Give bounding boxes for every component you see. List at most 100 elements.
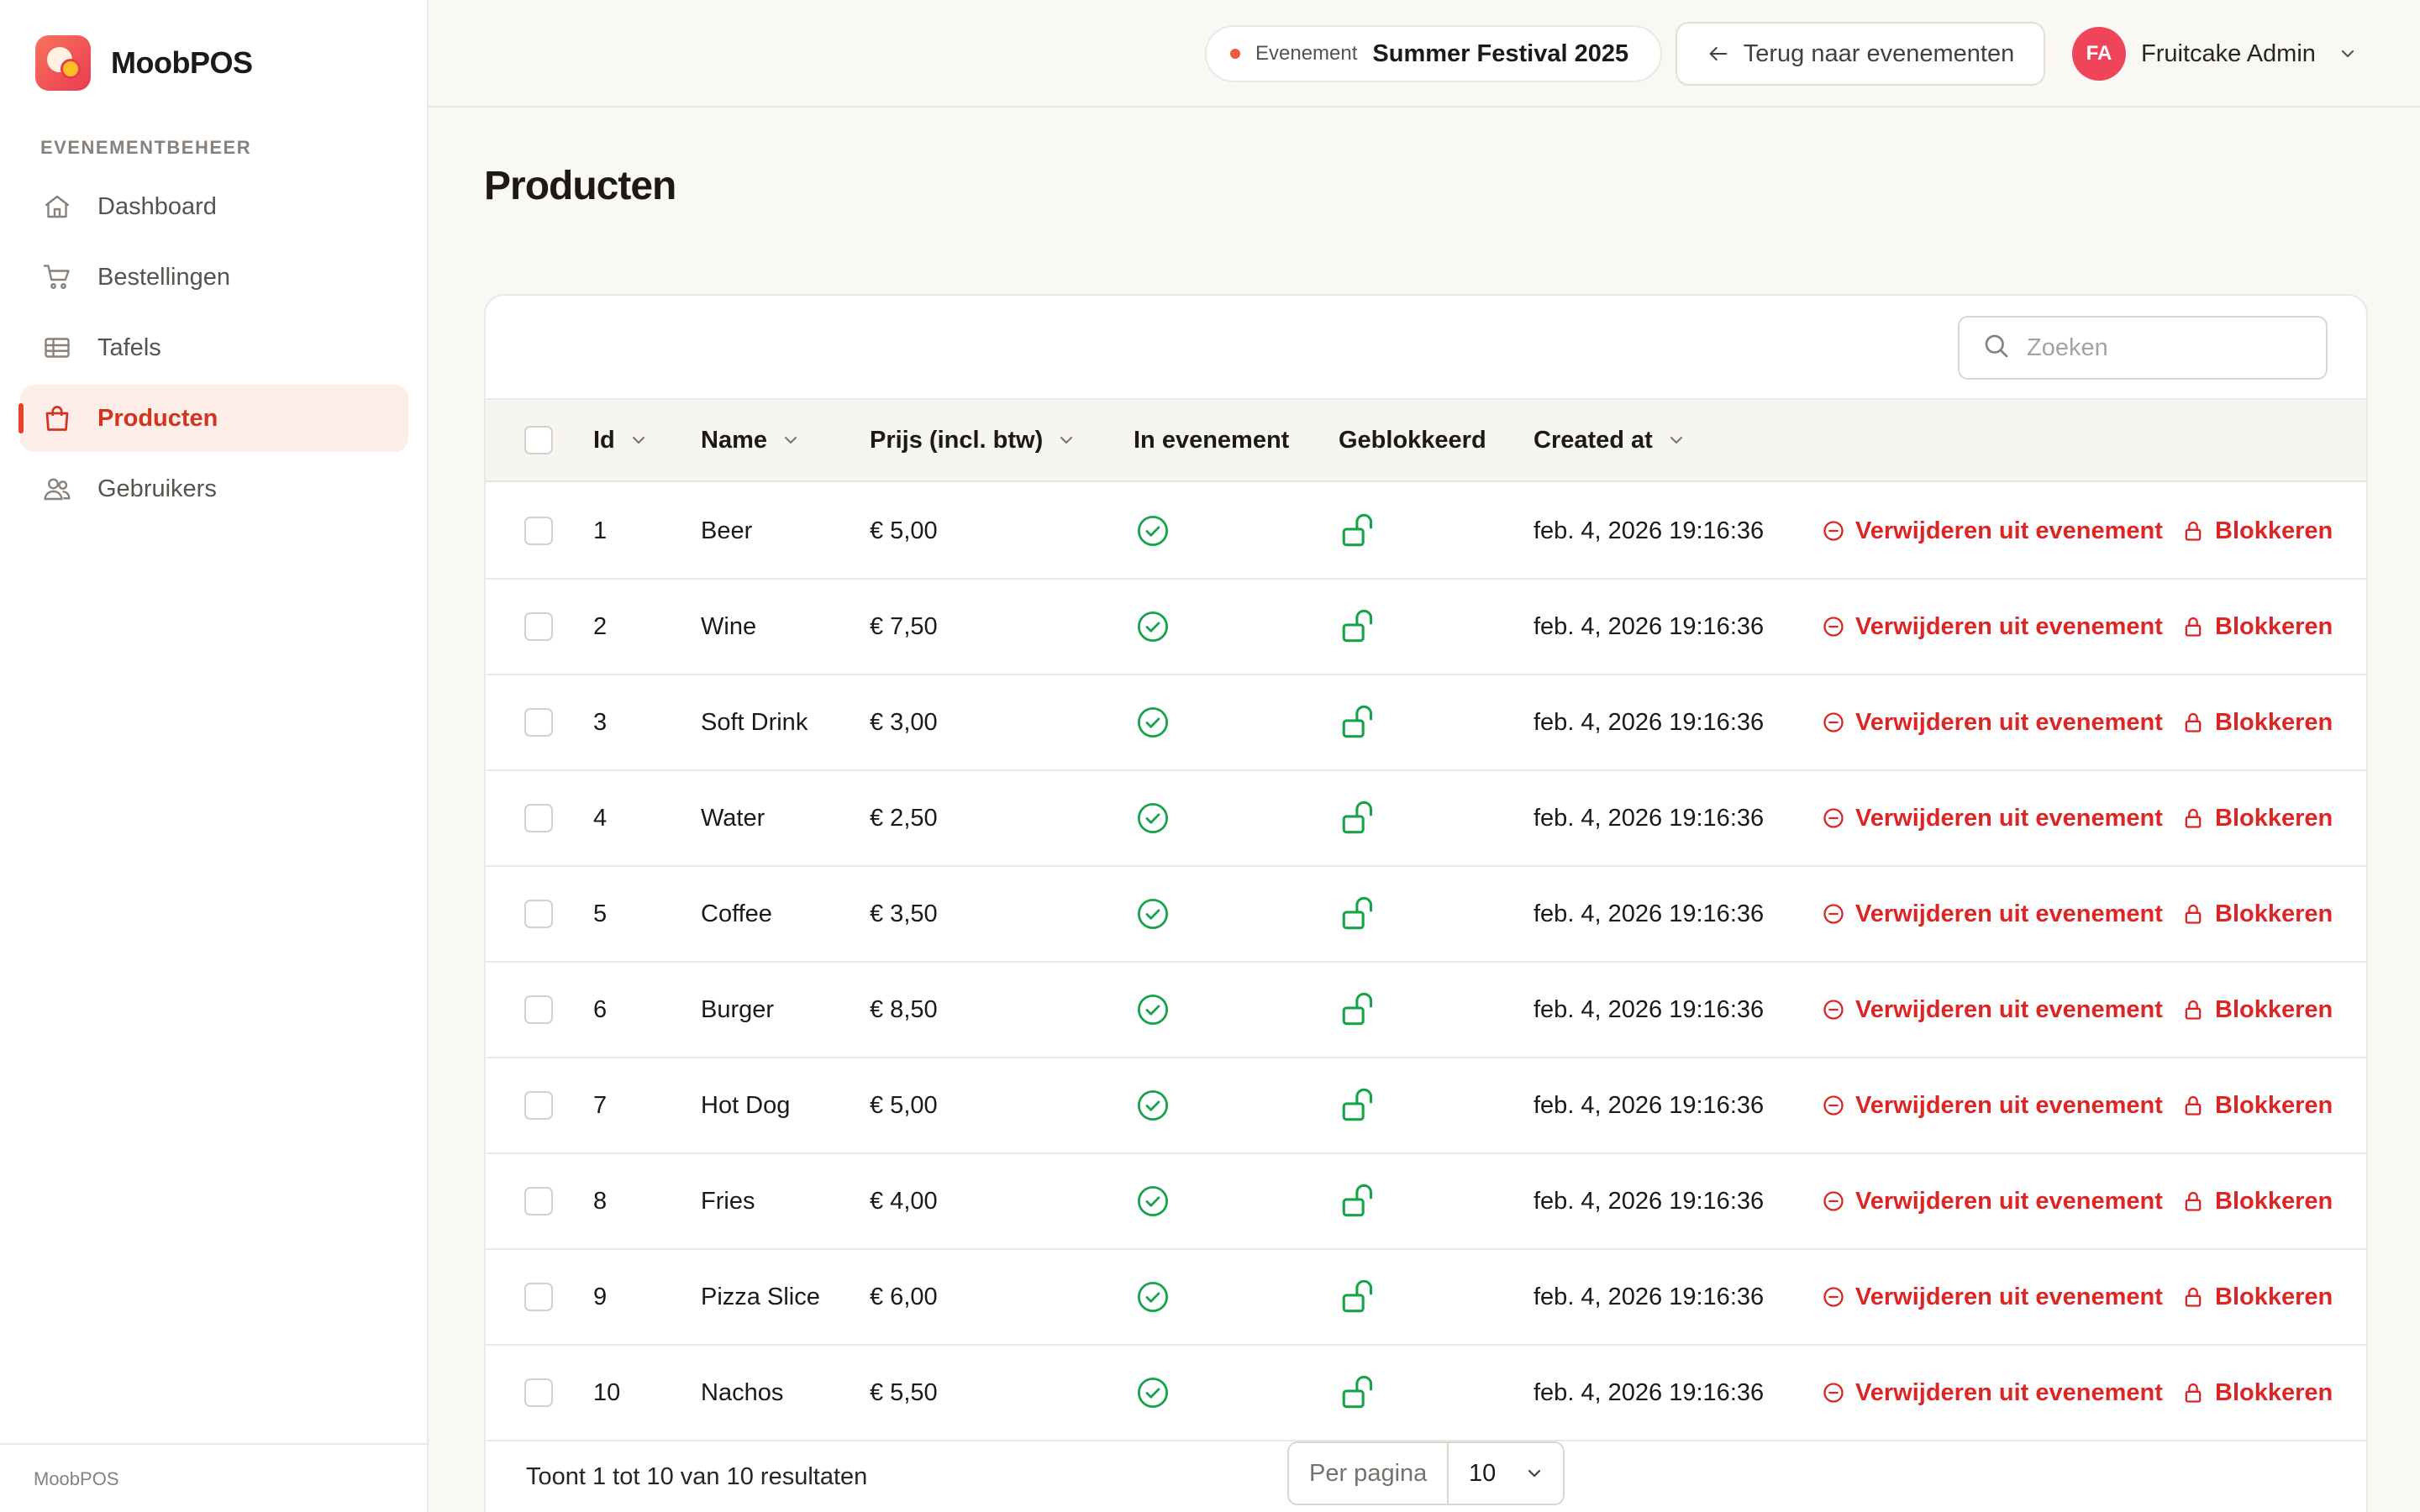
cell-id: 10: [593, 1378, 621, 1406]
user-menu[interactable]: FA Fruitcake Admin: [2072, 27, 2358, 81]
chevron-down-icon: [629, 430, 649, 450]
shopping-bag-icon: [40, 402, 74, 435]
row-checkbox[interactable]: [524, 804, 553, 832]
row-checkbox[interactable]: [524, 995, 553, 1024]
row-checkbox[interactable]: [524, 1378, 553, 1407]
check-circle-icon: [1135, 1346, 1171, 1440]
block-button[interactable]: Blokkeren: [2181, 771, 2333, 865]
lock-icon: [2185, 521, 2202, 541]
per-page-selected: 10: [1469, 1459, 1497, 1487]
remove-label: Verwijderen uit evenement: [1855, 1187, 2163, 1215]
sidebar-item-bestellingen[interactable]: Bestellingen: [20, 244, 408, 311]
column-header-price[interactable]: Prijs (incl. btw): [870, 400, 1076, 480]
avatar: FA: [2072, 27, 2126, 81]
remove-from-event-button[interactable]: Verwijderen uit evenement: [1822, 771, 2163, 865]
remove-label: Verwijderen uit evenement: [1855, 995, 2163, 1023]
lock-open-icon: [1339, 484, 1381, 578]
block-label: Blokkeren: [2215, 1091, 2333, 1119]
sidebar-item-dashboard[interactable]: Dashboard: [20, 173, 408, 240]
select-all-checkbox[interactable]: [524, 426, 553, 454]
minus-circle-icon: [1823, 617, 1844, 637]
column-header-in-event: In evenement: [1134, 400, 1289, 480]
table-header: Id Name Prijs (incl. btw) In evenement G…: [486, 398, 2366, 482]
remove-label: Verwijderen uit evenement: [1855, 1378, 2163, 1406]
row-checkbox[interactable]: [524, 612, 553, 641]
column-label: Name: [701, 426, 767, 454]
remove-label: Verwijderen uit evenement: [1855, 1283, 2163, 1310]
block-button[interactable]: Blokkeren: [2181, 963, 2333, 1057]
sidebar-item-producten[interactable]: Producten: [18, 385, 408, 452]
cell-created: feb. 4, 2026 19:16:36: [1534, 1378, 1765, 1406]
lock-icon: [2185, 904, 2202, 924]
remove-from-event-button[interactable]: Verwijderen uit evenement: [1822, 1250, 2163, 1344]
row-checkbox[interactable]: [524, 708, 553, 737]
block-button[interactable]: Blokkeren: [2181, 1154, 2333, 1248]
block-button[interactable]: Blokkeren: [2181, 484, 2333, 578]
back-button-label: Terug naar evenementen: [1743, 39, 2015, 67]
table-row: 7 Hot Dog € 5,00 feb. 4, 2026 19:16:36 V…: [486, 1058, 2366, 1154]
remove-from-event-button[interactable]: Verwijderen uit evenement: [1822, 1346, 2163, 1440]
column-header-name[interactable]: Name: [701, 400, 801, 480]
search-input[interactable]: Zoeken: [1958, 316, 2328, 380]
sidebar-item-tafels[interactable]: Tafels: [20, 314, 408, 381]
remove-from-event-button[interactable]: Verwijderen uit evenement: [1822, 580, 2163, 674]
row-checkbox[interactable]: [524, 1091, 553, 1120]
row-checkbox[interactable]: [524, 517, 553, 545]
cell-created: feb. 4, 2026 19:16:36: [1534, 517, 1765, 544]
block-button[interactable]: Blokkeren: [2181, 1058, 2333, 1152]
column-label: Geblokkeerd: [1339, 426, 1486, 454]
block-button[interactable]: Blokkeren: [2181, 675, 2333, 769]
row-checkbox[interactable]: [524, 900, 553, 928]
brand[interactable]: MoobPOS: [35, 35, 253, 91]
minus-circle-icon: [1823, 808, 1844, 828]
chevron-down-icon: [1524, 1463, 1544, 1483]
block-label: Blokkeren: [2215, 708, 2333, 736]
row-checkbox[interactable]: [524, 1187, 553, 1215]
remove-from-event-button[interactable]: Verwijderen uit evenement: [1822, 1058, 2163, 1152]
cell-id: 6: [593, 995, 608, 1023]
remove-from-event-button[interactable]: Verwijderen uit evenement: [1822, 675, 2163, 769]
cell-id: 2: [593, 612, 608, 640]
block-label: Blokkeren: [2215, 517, 2333, 544]
cell-name: Pizza Slice: [701, 1283, 820, 1310]
lock-open-icon: [1339, 580, 1381, 674]
remove-label: Verwijderen uit evenement: [1855, 612, 2163, 640]
per-page-value[interactable]: 10: [1449, 1460, 1563, 1488]
per-page-select[interactable]: Per pagina 10: [1287, 1441, 1565, 1505]
cell-created: feb. 4, 2026 19:16:36: [1534, 804, 1765, 832]
block-button[interactable]: Blokkeren: [2181, 1250, 2333, 1344]
event-label: Evenement: [1255, 42, 1358, 65]
table-row: 2 Wine € 7,50 feb. 4, 2026 19:16:36 Verw…: [486, 580, 2366, 675]
block-label: Blokkeren: [2215, 1187, 2333, 1215]
lock-icon: [2185, 1287, 2202, 1307]
sidebar-section-title: EVENEMENTBEHEER: [40, 137, 252, 158]
minus-circle-icon: [1823, 904, 1844, 924]
sidebar-item-gebruikers[interactable]: Gebruikers: [20, 455, 408, 522]
block-label: Blokkeren: [2215, 995, 2333, 1023]
lock-icon: [2185, 1095, 2202, 1116]
block-button[interactable]: Blokkeren: [2181, 580, 2333, 674]
block-button[interactable]: Blokkeren: [2181, 867, 2333, 961]
cell-id: 5: [593, 900, 608, 927]
cell-name: Soft Drink: [701, 708, 808, 736]
cell-created: feb. 4, 2026 19:16:36: [1534, 900, 1765, 927]
cell-id: 7: [593, 1091, 608, 1119]
check-circle-icon: [1135, 867, 1171, 961]
back-to-events-button[interactable]: Terug naar evenementen: [1676, 22, 2045, 86]
remove-from-event-button[interactable]: Verwijderen uit evenement: [1822, 867, 2163, 961]
block-button[interactable]: Blokkeren: [2181, 1346, 2333, 1440]
block-label: Blokkeren: [2215, 1378, 2333, 1406]
column-label: Id: [593, 426, 615, 454]
cell-price: € 4,00: [870, 1187, 938, 1215]
column-header-id[interactable]: Id: [593, 400, 649, 480]
block-label: Blokkeren: [2215, 900, 2333, 927]
cell-name: Fries: [701, 1187, 755, 1215]
row-checkbox[interactable]: [524, 1283, 553, 1311]
remove-from-event-button[interactable]: Verwijderen uit evenement: [1822, 1154, 2163, 1248]
column-header-created[interactable]: Created at: [1534, 400, 1686, 480]
remove-from-event-button[interactable]: Verwijderen uit evenement: [1822, 484, 2163, 578]
cell-id: 8: [593, 1187, 608, 1215]
per-page-label: Per pagina: [1289, 1443, 1449, 1504]
remove-from-event-button[interactable]: Verwijderen uit evenement: [1822, 963, 2163, 1057]
cell-price: € 3,50: [870, 900, 938, 927]
